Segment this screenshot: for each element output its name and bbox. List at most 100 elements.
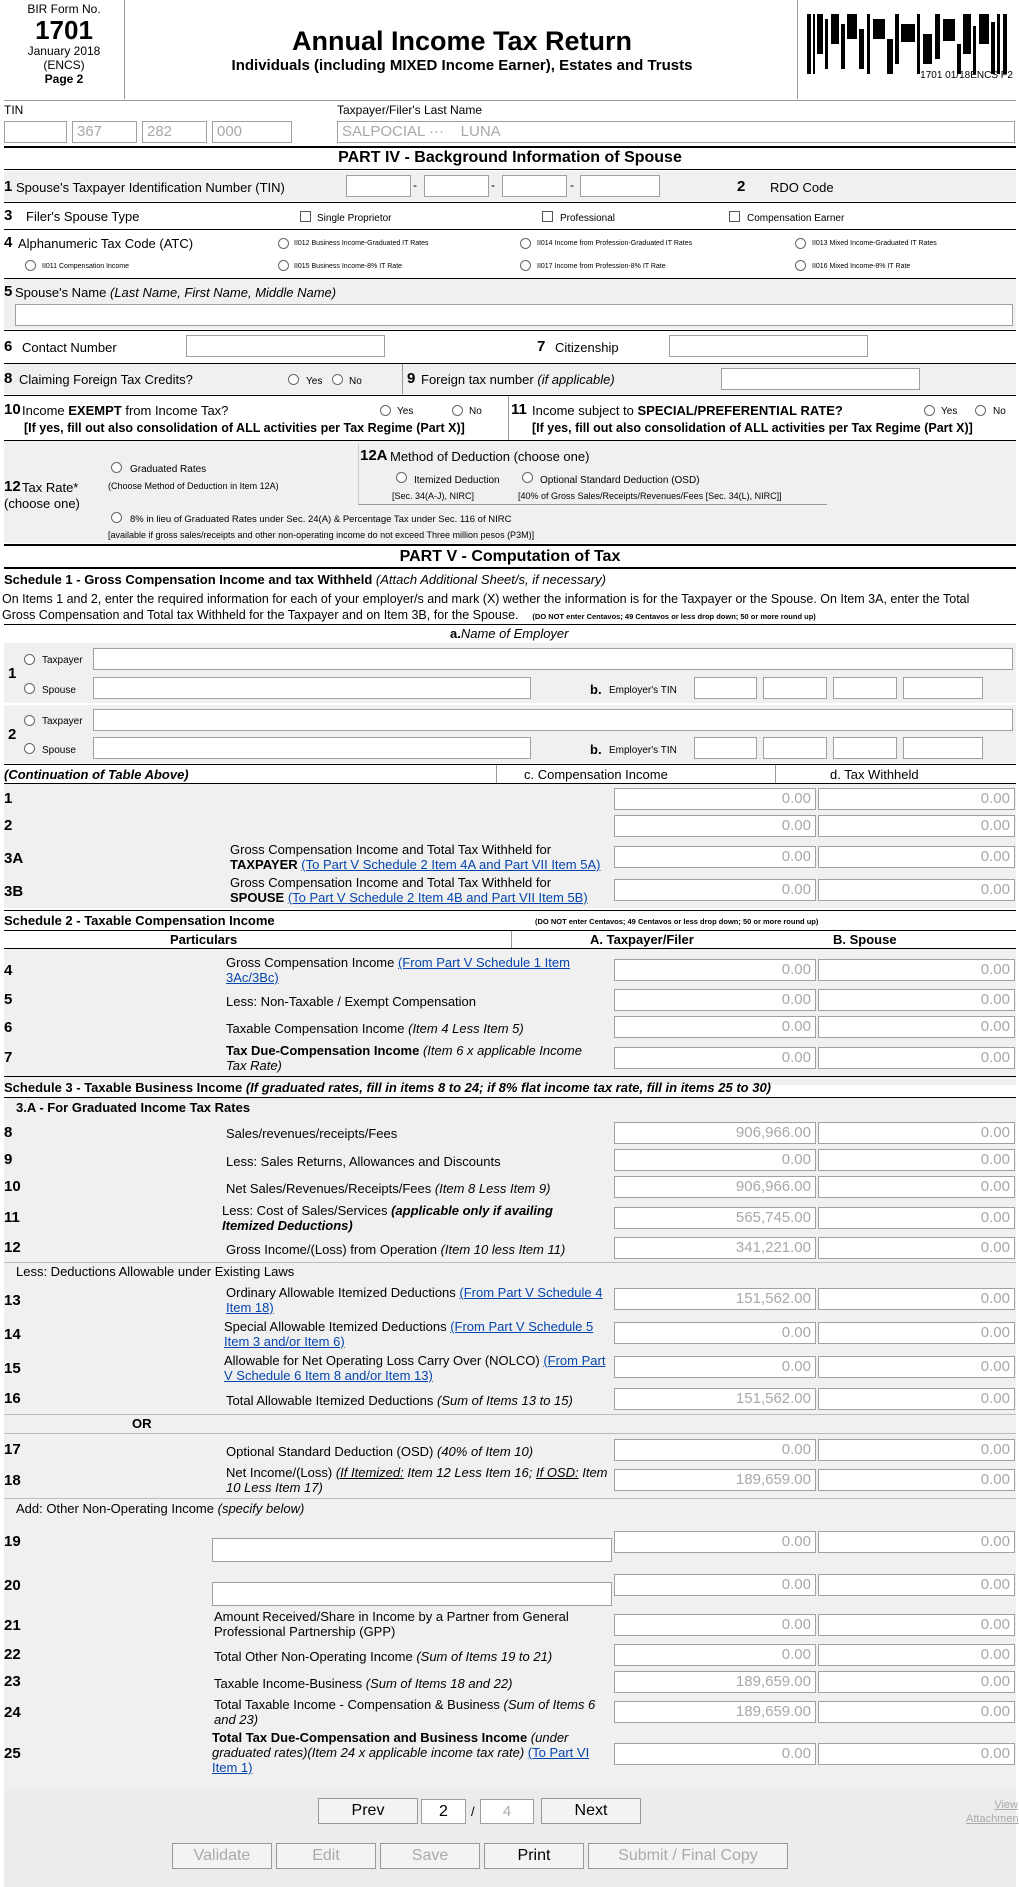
s2-row4-b[interactable]: 0.00 — [818, 959, 1015, 981]
emp1-tin-1[interactable] — [694, 677, 757, 699]
s3-row10-a[interactable]: 906,966.00 — [614, 1176, 816, 1198]
s3-row21-a[interactable]: 0.00 — [614, 1614, 816, 1636]
emp2-name-field[interactable] — [93, 709, 1013, 731]
s3-row19-a[interactable]: 0.00 — [614, 1531, 816, 1553]
s3-row19-b[interactable]: 0.00 — [818, 1531, 1015, 1553]
s3-row11-a[interactable]: 565,745.00 — [614, 1207, 816, 1229]
single-proprietor-checkbox[interactable] — [300, 211, 311, 222]
special-no-radio[interactable] — [975, 405, 986, 416]
s3-row8-b[interactable]: 0.00 — [818, 1122, 1015, 1144]
next-button[interactable]: Next — [541, 1798, 641, 1824]
exempt-yes-radio[interactable] — [380, 405, 391, 416]
prev-button[interactable]: Prev — [318, 1798, 418, 1824]
s3-row20-b[interactable]: 0.00 — [818, 1574, 1015, 1596]
s2-row6-b[interactable]: 0.00 — [818, 1016, 1015, 1038]
validate-button[interactable]: Validate — [172, 1843, 272, 1869]
eight-percent-radio[interactable] — [111, 512, 122, 523]
s3-row9-a[interactable]: 0.00 — [614, 1149, 816, 1171]
print-button[interactable]: Print — [484, 1843, 584, 1869]
other-income-20-field[interactable] — [212, 1582, 612, 1606]
s3-row22-a[interactable]: 0.00 — [614, 1644, 816, 1666]
spouse-tin-2[interactable] — [424, 175, 489, 197]
s1-3a-link[interactable]: (To Part V Schedule 2 Item 4A and Part V… — [301, 857, 600, 872]
s3-row11-b[interactable]: 0.00 — [818, 1207, 1015, 1229]
emp1-tin-4[interactable] — [903, 677, 983, 699]
osd-radio[interactable] — [522, 472, 533, 483]
s2-row7-a[interactable]: 0.00 — [614, 1047, 816, 1069]
other-income-19-field[interactable] — [212, 1538, 612, 1562]
s2-row6-a[interactable]: 0.00 — [614, 1016, 816, 1038]
s2-row5-a[interactable]: 0.00 — [614, 989, 816, 1011]
s1-row1-d[interactable]: 0.00 — [818, 788, 1015, 810]
s3-row8-a[interactable]: 906,966.00 — [614, 1122, 816, 1144]
tin-part-3[interactable]: 282 — [142, 121, 207, 143]
edit-button[interactable]: Edit — [276, 1843, 376, 1869]
spouse-tin-3[interactable] — [502, 175, 567, 197]
s3-row16-a[interactable]: 151,562.00 — [614, 1388, 816, 1410]
s3-row14-a[interactable]: 0.00 — [614, 1322, 816, 1344]
special-yes-radio[interactable] — [924, 405, 935, 416]
s1-row3a-c[interactable]: 0.00 — [614, 846, 816, 868]
s1-row3b-c[interactable]: 0.00 — [614, 879, 816, 901]
contact-number-field[interactable] — [186, 335, 385, 357]
emp2-tin-2[interactable] — [763, 737, 827, 759]
atc-ii016-radio[interactable] — [795, 260, 806, 271]
s2-row7-b[interactable]: 0.00 — [818, 1047, 1015, 1069]
s3-row21-b[interactable]: 0.00 — [818, 1614, 1015, 1636]
compensation-earner-checkbox[interactable] — [729, 211, 740, 222]
page-current-field[interactable]: 2 — [421, 1799, 466, 1824]
emp1-tin-2[interactable] — [763, 677, 827, 699]
spouse-tin-4[interactable] — [580, 175, 660, 197]
s1-row3a-d[interactable]: 0.00 — [818, 846, 1015, 868]
emp2-tin-1[interactable] — [694, 737, 757, 759]
citizenship-field[interactable] — [669, 335, 868, 357]
submit-final-copy-button[interactable]: Submit / Final Copy — [588, 1843, 788, 1869]
spouse-tin-1[interactable] — [346, 175, 411, 197]
save-button[interactable]: Save — [380, 1843, 480, 1869]
exempt-no-radio[interactable] — [452, 405, 463, 416]
s3-row25-b[interactable]: 0.00 — [818, 1743, 1015, 1765]
emp1-name-field[interactable] — [93, 648, 1013, 670]
foreign-tax-number-field[interactable] — [721, 368, 920, 390]
s3-row16-b[interactable]: 0.00 — [818, 1388, 1015, 1410]
atc-ii014-radio[interactable] — [520, 238, 531, 249]
s1-row2-d[interactable]: 0.00 — [818, 815, 1015, 837]
taxpayer-lastname-field[interactable]: SALPOCIAL ··· LUNA — [337, 121, 1015, 143]
s3-row14-b[interactable]: 0.00 — [818, 1322, 1015, 1344]
s3-row18-a[interactable]: 189,659.00 — [614, 1469, 816, 1491]
emp2-tin-4[interactable] — [903, 737, 983, 759]
s3-row10-b[interactable]: 0.00 — [818, 1176, 1015, 1198]
s3-row22-b[interactable]: 0.00 — [818, 1644, 1015, 1666]
s3-row15-b[interactable]: 0.00 — [818, 1356, 1015, 1378]
spouse-name-field[interactable] — [15, 304, 1013, 326]
emp2-taxpayer-radio[interactable] — [24, 715, 35, 726]
emp1-tin-3[interactable] — [833, 677, 897, 699]
s2-row4-a[interactable]: 0.00 — [614, 959, 816, 981]
tin-part-1[interactable] — [4, 121, 67, 143]
professional-checkbox[interactable] — [542, 211, 553, 222]
s3-row24-b[interactable]: 0.00 — [818, 1701, 1015, 1723]
foreign-credit-no-radio[interactable] — [332, 374, 343, 385]
s3-row12-b[interactable]: 0.00 — [818, 1237, 1015, 1259]
view-attachments-link[interactable]: View Attachments — [966, 1798, 1019, 1826]
s1-row3b-d[interactable]: 0.00 — [818, 879, 1015, 901]
emp2-tin-3[interactable] — [833, 737, 897, 759]
atc-ii011-radio[interactable] — [25, 260, 36, 271]
s3-row15-a[interactable]: 0.00 — [614, 1356, 816, 1378]
atc-ii017-radio[interactable] — [520, 260, 531, 271]
tin-part-2[interactable]: 367 — [72, 121, 137, 143]
emp2-spouse-radio[interactable] — [24, 743, 35, 754]
s3-row23-b[interactable]: 0.00 — [818, 1671, 1015, 1693]
s3-row13-b[interactable]: 0.00 — [818, 1288, 1015, 1310]
atc-ii013-radio[interactable] — [795, 238, 806, 249]
s1-row2-c[interactable]: 0.00 — [614, 815, 816, 837]
s3-row12-a[interactable]: 341,221.00 — [614, 1237, 816, 1259]
s3-row17-a[interactable]: 0.00 — [614, 1439, 816, 1461]
graduated-rates-radio[interactable] — [111, 462, 122, 473]
s1-3b-link[interactable]: (To Part V Schedule 2 Item 4B and Part V… — [288, 890, 588, 905]
emp1-spouse-radio[interactable] — [24, 683, 35, 694]
s3-row18-b[interactable]: 0.00 — [818, 1469, 1015, 1491]
s2-row5-b[interactable]: 0.00 — [818, 989, 1015, 1011]
itemized-radio[interactable] — [396, 472, 407, 483]
s3-row17-b[interactable]: 0.00 — [818, 1439, 1015, 1461]
